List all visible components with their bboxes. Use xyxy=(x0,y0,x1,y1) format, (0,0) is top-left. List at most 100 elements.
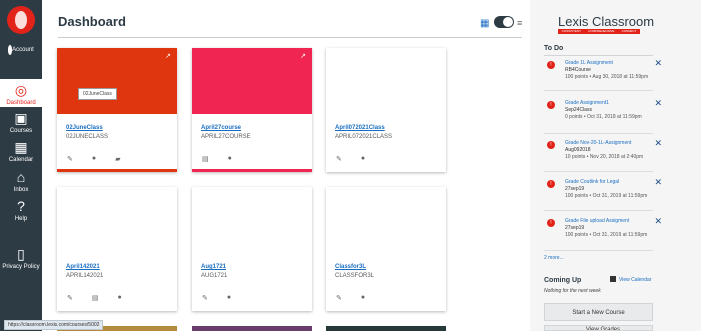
nav-inbox-label: Inbox xyxy=(13,187,29,193)
todo-item-link[interactable]: Grade File upload Assigment xyxy=(565,218,650,224)
todo-more-link[interactable]: 2 more... xyxy=(544,255,564,261)
nav-privacy-policy[interactable]: ▯ Privacy Policy xyxy=(0,246,42,276)
todo-item-divider xyxy=(544,133,653,134)
close-icon[interactable]: ✕ xyxy=(654,138,662,149)
inbox-icon: ⌂ xyxy=(16,169,26,185)
start-new-course-button[interactable]: Start a New Course xyxy=(544,303,653,321)
course-card-actions: ✎ ● ▰ xyxy=(67,155,121,163)
dashboard-icon: ◎ xyxy=(14,82,28,98)
nav-account[interactable]: Account xyxy=(0,45,42,75)
coming-up-title: Coming Up xyxy=(544,277,582,284)
nav-dashboard[interactable]: ◎ Dashboard xyxy=(0,79,42,107)
close-icon[interactable]: ✕ xyxy=(654,58,662,69)
global-navigation: Account ◎ Dashboard ▣ Courses ▦ Calendar… xyxy=(0,0,42,331)
course-name-link[interactable]: April27course xyxy=(201,125,312,131)
todo-item-meta: 0 points • Oct 31, 2018 at 11:59pm xyxy=(565,114,642,120)
course-card-actions: ✎ ● xyxy=(202,294,231,302)
todo-item-link[interactable]: Grade Nov-20-1L-Assignment xyxy=(565,140,650,146)
todo-item-link[interactable]: Grade 1L Assignment xyxy=(565,60,650,66)
course-card-actions: ▤ ● xyxy=(202,155,232,163)
course-card-hero[interactable]: ↗ xyxy=(57,48,177,114)
todo-item[interactable]: ! Grade 1L Assignment RB4Course 100 poin… xyxy=(544,58,662,97)
course-card-2[interactable]: ↗ April27course APRIL27COURSE ▤ ● xyxy=(192,48,312,172)
alert-icon: ! xyxy=(547,141,555,149)
todo-item-course: Sep24Class xyxy=(565,107,592,113)
course-code: APRIL27COURSE xyxy=(201,134,251,140)
grid-view-icon[interactable]: ▦ xyxy=(480,19,490,29)
discussion-icon[interactable]: ● xyxy=(361,155,365,163)
todo-item[interactable]: ! Grade Assignment1 Sep24Class 0 points … xyxy=(544,98,662,137)
course-card-hero[interactable]: ↗ xyxy=(192,187,312,253)
edit-icon[interactable]: ↗ xyxy=(165,52,171,60)
files-icon[interactable]: ▰ xyxy=(115,155,120,163)
page-title: Dashboard xyxy=(58,14,126,29)
announcement-icon[interactable]: ✎ xyxy=(67,155,73,163)
course-name-link[interactable]: April072021Class xyxy=(335,125,446,131)
course-name-link[interactable]: April142021 xyxy=(66,264,177,270)
edit-icon[interactable]: ↗ xyxy=(434,191,440,199)
course-name-link[interactable]: 02JuneClass xyxy=(66,125,177,131)
todo-divider xyxy=(544,55,653,56)
alert-icon: ! xyxy=(547,219,555,227)
close-icon[interactable]: ✕ xyxy=(654,216,662,227)
course-card-6[interactable]: ↗ Classfor3L CLASSFOR3L ✎ ● xyxy=(326,187,446,311)
list-view-icon[interactable]: ≡ xyxy=(517,19,522,28)
course-card-5[interactable]: ↗ Aug1721 AUG1721 ✎ ● xyxy=(192,187,312,311)
todo-item-divider xyxy=(544,171,653,172)
course-card-hero[interactable]: ↗ xyxy=(57,187,177,253)
close-icon[interactable]: ✕ xyxy=(654,177,662,188)
course-name-link[interactable]: Classfor3L xyxy=(335,264,446,270)
nav-courses[interactable]: ▣ Courses xyxy=(0,110,42,138)
nav-help-label: Help xyxy=(14,216,28,222)
discussion-icon[interactable]: ● xyxy=(227,294,231,302)
brand-tag-3: CONNECT xyxy=(621,29,637,33)
view-grades-button[interactable]: View Grades xyxy=(544,325,653,331)
course-card-color-bar xyxy=(192,169,312,172)
discussion-icon[interactable]: ● xyxy=(361,294,365,302)
course-card-color-bar xyxy=(326,308,446,311)
course-card-actions: ✎ ▤ ● xyxy=(67,294,122,302)
course-card-hero[interactable]: ↗ xyxy=(192,48,312,114)
course-code: AUG1721 xyxy=(201,273,228,279)
view-calendar-link[interactable]: View Calendar xyxy=(610,276,651,283)
nav-privacy-label: Privacy Policy xyxy=(2,264,40,270)
todo-item-meta: 100 points • Aug 30, 2018 at 11:59pm xyxy=(565,74,649,80)
lexis-logo-icon[interactable] xyxy=(7,6,35,34)
next-row-card-peek[interactable] xyxy=(326,326,446,331)
brand-tag-2: COMPREHENSIVE xyxy=(588,29,615,33)
close-icon[interactable]: ✕ xyxy=(654,98,662,109)
course-card-color-bar xyxy=(57,169,177,172)
todo-item-link[interactable]: Grade Assignment1 xyxy=(565,100,650,106)
discussion-icon[interactable]: ● xyxy=(118,294,122,302)
todo-item-link[interactable]: Grade Coutlink for Legal xyxy=(565,179,650,185)
course-code: CLASSFOR3L xyxy=(335,273,375,279)
assignments-icon[interactable]: ▤ xyxy=(92,294,99,302)
course-name-link[interactable]: Aug1721 xyxy=(201,264,312,270)
announcement-icon[interactable]: ✎ xyxy=(336,155,342,163)
edit-icon[interactable]: ↗ xyxy=(434,52,440,60)
nav-account-label: Account xyxy=(12,47,34,53)
nav-help[interactable]: ? Help xyxy=(0,198,42,226)
course-card-color-bar xyxy=(57,308,177,311)
course-card-1[interactable]: ↗ 02JuneClass 02JUNECLASS ✎ ● ▰ xyxy=(57,48,177,172)
todo-item-meta: 100 points • Oct 31, 2019 at 11:59pm xyxy=(565,193,648,199)
assignments-icon[interactable]: ▤ xyxy=(202,155,209,163)
course-card-hero[interactable]: ↗ xyxy=(326,187,446,253)
course-card-3[interactable]: ↗ April072021Class APRIL072021CLASS ✎ ● xyxy=(326,48,446,172)
announcement-icon[interactable]: ✎ xyxy=(67,294,73,302)
view-toggle[interactable] xyxy=(494,16,514,28)
next-row-card-peek[interactable] xyxy=(192,326,312,331)
discussion-icon[interactable]: ● xyxy=(92,155,96,163)
edit-icon[interactable]: ↗ xyxy=(300,191,306,199)
edit-icon[interactable]: ↗ xyxy=(300,52,306,60)
nav-calendar[interactable]: ▦ Calendar xyxy=(0,139,42,167)
announcement-icon[interactable]: ✎ xyxy=(336,294,342,302)
todo-item-course: RB4Course xyxy=(565,67,591,73)
course-card-hero[interactable]: ↗ xyxy=(326,48,446,114)
discussion-icon[interactable]: ● xyxy=(228,155,232,163)
course-card-color-bar xyxy=(192,308,312,311)
edit-icon[interactable]: ↗ xyxy=(165,191,171,199)
announcement-icon[interactable]: ✎ xyxy=(202,294,208,302)
course-card-4[interactable]: ↗ April142021 APRIL142021 ✎ ▤ ● xyxy=(57,187,177,311)
nav-inbox[interactable]: ⌂ Inbox xyxy=(0,169,42,197)
